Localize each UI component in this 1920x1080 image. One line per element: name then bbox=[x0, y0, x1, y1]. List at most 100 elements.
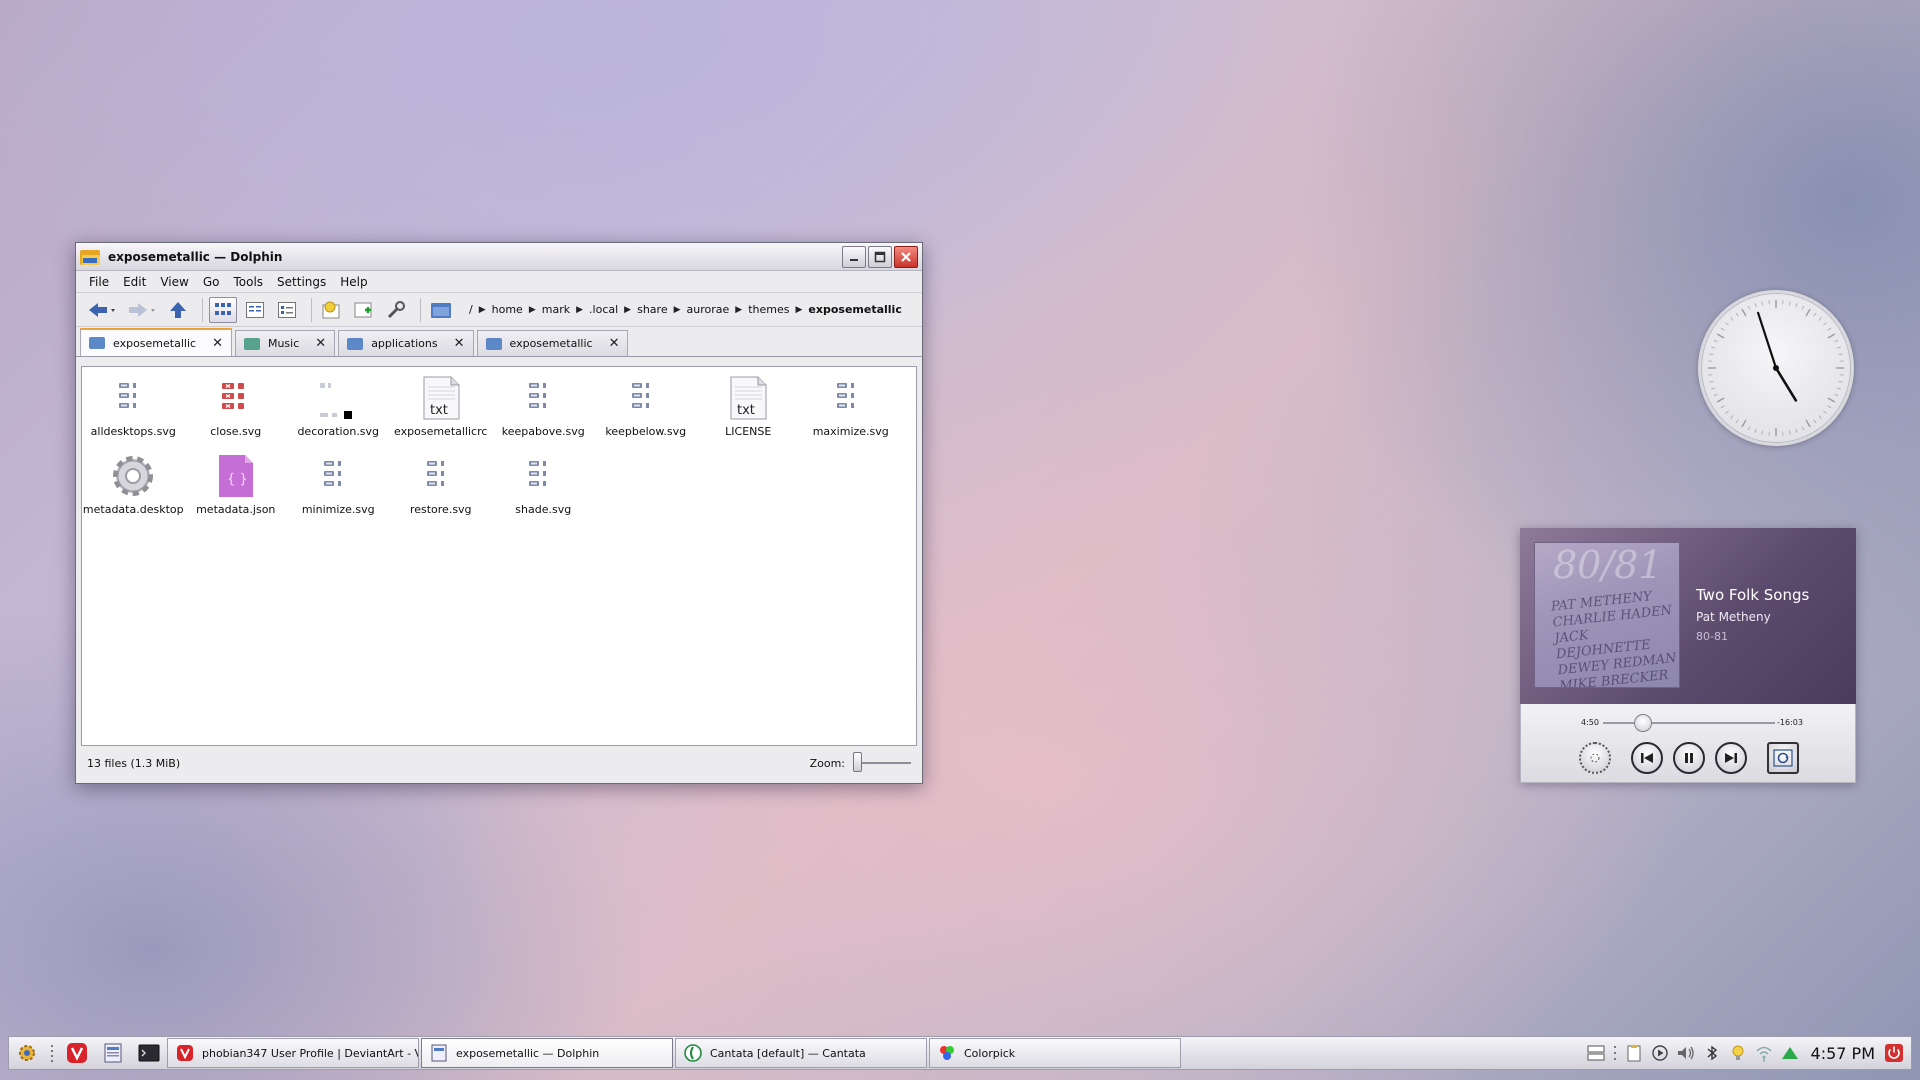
network-button[interactable] bbox=[1753, 1042, 1775, 1064]
application-launcher-button[interactable] bbox=[9, 1038, 45, 1068]
breadcrumb-arrow-icon[interactable]: ▶ bbox=[576, 305, 583, 315]
breadcrumb-root[interactable]: / bbox=[463, 303, 479, 316]
minimize-button[interactable] bbox=[842, 245, 866, 268]
menu-settings[interactable]: Settings bbox=[270, 275, 333, 289]
taskbar-handle[interactable] bbox=[45, 1038, 59, 1068]
forward-arrow-icon bbox=[129, 302, 155, 317]
configure-button[interactable] bbox=[382, 297, 410, 323]
next-track-button[interactable] bbox=[1715, 742, 1747, 774]
zoom-slider-handle[interactable] bbox=[853, 752, 862, 772]
system-tray: 4:57 PM bbox=[1583, 1042, 1911, 1064]
menu-help[interactable]: Help bbox=[333, 275, 374, 289]
file-item[interactable]: maximize.svg bbox=[800, 375, 903, 453]
tab-exposemetallic[interactable]: exposemetallic ✕ bbox=[80, 328, 232, 356]
file-view[interactable]: alldesktops.svg close.svg decoration.svg tx… bbox=[81, 366, 917, 746]
forward-button[interactable] bbox=[124, 297, 160, 323]
analog-clock-widget[interactable] bbox=[1698, 290, 1854, 446]
file-item[interactable]: { } metadata.json bbox=[185, 453, 288, 531]
breadcrumb-arrow-icon[interactable]: ▶ bbox=[624, 305, 631, 315]
file-item[interactable]: txt exposemetallicrc bbox=[390, 375, 493, 453]
file-item[interactable]: txt LICENSE bbox=[697, 375, 800, 453]
tab-close-icon[interactable]: ✕ bbox=[609, 336, 620, 351]
vivaldi-launcher[interactable] bbox=[59, 1038, 95, 1068]
file-item[interactable]: restore.svg bbox=[390, 453, 493, 531]
volume-button[interactable] bbox=[1675, 1042, 1697, 1064]
zoom-slider[interactable] bbox=[853, 752, 911, 772]
menu-file[interactable]: File bbox=[82, 275, 116, 289]
bluetooth-button[interactable] bbox=[1701, 1042, 1723, 1064]
files-launcher[interactable] bbox=[95, 1038, 131, 1068]
compact-view-button[interactable] bbox=[241, 297, 269, 323]
clipboard-button[interactable] bbox=[1623, 1042, 1645, 1064]
tray-handle[interactable] bbox=[1611, 1042, 1619, 1064]
details-view-button[interactable] bbox=[273, 297, 301, 323]
file-item[interactable]: keepabove.svg bbox=[492, 375, 595, 453]
previous-track-button[interactable] bbox=[1631, 742, 1663, 774]
pause-button[interactable] bbox=[1673, 742, 1705, 774]
album-cover[interactable]: 80/81 PAT METHENY CHARLIE HADEN JACK DEJ… bbox=[1534, 542, 1680, 688]
file-item[interactable]: alldesktops.svg bbox=[82, 375, 185, 453]
terminal-launcher[interactable] bbox=[131, 1038, 167, 1068]
maximize-button[interactable] bbox=[868, 245, 892, 268]
breadcrumb-arrow-icon[interactable]: ▶ bbox=[529, 305, 536, 315]
menu-go[interactable]: Go bbox=[196, 275, 227, 289]
next-icon bbox=[1725, 753, 1737, 763]
tab-close-icon[interactable]: ✕ bbox=[454, 336, 465, 351]
file-item[interactable]: metadata.desktop bbox=[82, 453, 185, 531]
breadcrumb-arrow-icon[interactable]: ▶ bbox=[795, 305, 802, 315]
menu-bar: File Edit View Go Tools Settings Help bbox=[76, 271, 922, 293]
back-arrow-icon bbox=[89, 302, 115, 317]
media-button[interactable] bbox=[1649, 1042, 1671, 1064]
file-name: metadata.json bbox=[196, 503, 276, 516]
breadcrumb-share[interactable]: share bbox=[631, 303, 674, 316]
cantata-icon bbox=[684, 1044, 702, 1062]
breadcrumb-exposemetallic[interactable]: exposemetallic bbox=[802, 303, 907, 316]
file-item[interactable]: shade.svg bbox=[492, 453, 595, 531]
breadcrumb-mark[interactable]: mark bbox=[536, 303, 576, 316]
menu-edit[interactable]: Edit bbox=[116, 275, 153, 289]
task-vivaldi[interactable]: phobian347 User Profile | DeviantArt - V… bbox=[167, 1038, 419, 1068]
file-item[interactable]: keepbelow.svg bbox=[595, 375, 698, 453]
pager-button[interactable] bbox=[1585, 1042, 1607, 1064]
power-button[interactable] bbox=[1883, 1042, 1905, 1064]
task-cantata[interactable]: Cantata [default] — Cantata bbox=[675, 1038, 927, 1068]
file-item[interactable]: close.svg bbox=[185, 375, 288, 453]
file-name: exposemetallicrc bbox=[394, 425, 488, 438]
up-button[interactable] bbox=[164, 297, 192, 323]
seek-slider-handle[interactable] bbox=[1633, 714, 1652, 732]
breadcrumb-local[interactable]: .local bbox=[583, 303, 624, 316]
breadcrumb-aurorae[interactable]: aurorae bbox=[681, 303, 736, 316]
task-colorpick[interactable]: Colorpick bbox=[929, 1038, 1181, 1068]
back-button[interactable] bbox=[84, 297, 120, 323]
breadcrumb-arrow-icon[interactable]: ▶ bbox=[674, 305, 681, 315]
taskbar-clock[interactable]: 4:57 PM bbox=[1811, 1044, 1875, 1063]
tab-exposemetallic-2[interactable]: exposemetallic ✕ bbox=[476, 330, 629, 356]
tab-music[interactable]: Music ✕ bbox=[234, 330, 336, 356]
seek-slider[interactable] bbox=[1603, 714, 1775, 732]
file-item[interactable]: decoration.svg bbox=[287, 375, 390, 453]
split-button[interactable] bbox=[350, 297, 378, 323]
menu-tools[interactable]: Tools bbox=[226, 275, 270, 289]
file-name: close.svg bbox=[210, 425, 262, 438]
breadcrumb-home[interactable]: home bbox=[486, 303, 529, 316]
places-button[interactable] bbox=[427, 297, 455, 323]
breadcrumb-themes[interactable]: themes bbox=[742, 303, 795, 316]
shuffle-button[interactable] bbox=[1579, 742, 1611, 774]
file-manager-icon bbox=[104, 1043, 122, 1063]
tab-applications[interactable]: applications ✕ bbox=[338, 330, 474, 356]
updates-button[interactable] bbox=[1779, 1042, 1801, 1064]
preview-button[interactable] bbox=[318, 297, 346, 323]
svg-decoration-icon bbox=[314, 375, 362, 421]
icons-view-button[interactable] bbox=[209, 296, 237, 323]
menu-view[interactable]: View bbox=[153, 275, 195, 289]
breadcrumb-arrow-icon[interactable]: ▶ bbox=[479, 305, 486, 315]
breadcrumb-arrow-icon[interactable]: ▶ bbox=[735, 305, 742, 315]
tab-close-icon[interactable]: ✕ bbox=[315, 336, 326, 351]
close-button[interactable] bbox=[894, 245, 918, 268]
night-light-button[interactable] bbox=[1727, 1042, 1749, 1064]
tab-close-icon[interactable]: ✕ bbox=[212, 336, 223, 351]
repeat-button[interactable] bbox=[1767, 742, 1799, 774]
file-item[interactable]: minimize.svg bbox=[287, 453, 390, 531]
task-dolphin[interactable]: exposemetallic — Dolphin bbox=[421, 1038, 673, 1068]
title-bar[interactable]: exposemetallic — Dolphin bbox=[76, 243, 922, 271]
